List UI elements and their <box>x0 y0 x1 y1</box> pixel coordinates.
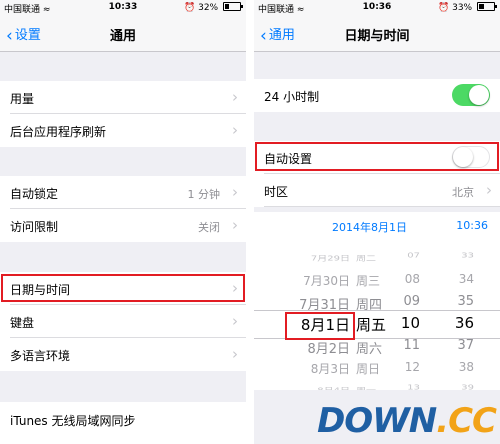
nav-bar: ‹ 设置 通用 <box>0 15 246 52</box>
picker-hour-cell: 07 <box>407 251 420 260</box>
toggle-auto-set[interactable] <box>452 146 490 168</box>
selected-date: 2014年8月1日 <box>332 221 407 234</box>
picker-weekday-cell: 周四 <box>356 297 383 313</box>
row-separator <box>264 206 500 207</box>
selected-datetime[interactable]: 2014年8月1日 10:36 <box>254 212 500 240</box>
row-value: 关闭 <box>198 221 220 234</box>
picker-date-cell: 8月2日 <box>307 341 350 357</box>
row-usage[interactable]: 用量 › <box>0 81 246 114</box>
row-background-refresh[interactable]: 后台应用程序刷新 › <box>0 114 246 147</box>
row-keyboard[interactable]: 键盘 › <box>0 305 246 338</box>
chevron-left-icon: ‹ <box>260 26 267 46</box>
picker-hour-cell: 11 <box>403 337 420 353</box>
back-button[interactable]: ‹ 设置 <box>6 24 41 46</box>
chevron-left-icon: ‹ <box>6 26 13 46</box>
picker-minute-cell: 35 <box>457 293 474 309</box>
picker-date-cell: 7月30日 <box>303 274 350 289</box>
row-label: 自动锁定 <box>10 187 59 201</box>
toggle-knob <box>453 147 473 167</box>
picker-weekday-cell: 周六 <box>356 341 383 357</box>
chevron-right-icon: › <box>232 88 238 106</box>
row-24-hour: 24 小时制 <box>254 79 500 112</box>
watermark-logo: DOWN.CC <box>317 401 497 441</box>
picker-weekday-cell: 周二 <box>356 254 376 262</box>
battery-icon <box>223 2 243 11</box>
battery-fill <box>225 4 230 9</box>
row-label: 日期与时间 <box>10 283 71 297</box>
picker-date-cell: 8月1日 <box>300 316 350 335</box>
status-bar: 中国联通 ≈ 10:33 ⏰ 32% <box>0 0 246 15</box>
toggle-knob <box>469 85 489 105</box>
row-label: 用量 <box>10 92 35 106</box>
row-label: 多语言环境 <box>10 349 71 363</box>
picker-minute-cell: 39 <box>461 383 474 391</box>
status-right: ⏰ 32% <box>184 2 243 13</box>
picker-hour-cell: 13 <box>407 383 420 391</box>
row-itunes-wifi-sync[interactable]: iTunes 无线局域网同步 <box>0 402 246 444</box>
back-label: 通用 <box>268 28 295 43</box>
battery-percent: 32% <box>198 3 219 13</box>
back-label: 设置 <box>14 28 41 43</box>
picker-minute-cell: 37 <box>457 337 474 353</box>
picker-weekday-cell: 周三 <box>356 274 381 289</box>
chevron-right-icon: › <box>232 279 238 297</box>
chevron-right-icon: › <box>232 216 238 234</box>
row-date-time[interactable]: 日期与时间 › <box>0 272 246 305</box>
general-settings-screen: 中国联通 ≈ 10:33 ⏰ 32% ‹ 设置 通用 用量 › 后台应用程序刷新 … <box>0 0 246 444</box>
row-restrictions[interactable]: 访问限制 关闭 › <box>0 209 246 242</box>
row-label: 后台应用程序刷新 <box>10 125 107 139</box>
back-button[interactable]: ‹ 通用 <box>260 24 295 46</box>
date-time-screen: 中国联通 ≈ 10:36 ⏰ 33% ‹ 通用 日期与时间 24 小时制 自动设置… <box>254 0 500 444</box>
picker-weekday-cell: 周五 <box>356 316 387 335</box>
picker-hour-cell: 08 <box>404 272 420 287</box>
chevron-right-icon: › <box>486 181 492 199</box>
row-label: 访问限制 <box>10 220 59 234</box>
battery-percent: 33% <box>452 3 473 13</box>
selected-time: 10:36 <box>456 219 488 232</box>
date-time-picker[interactable]: 7月29日 周二 07 33 7月30日 周三 08 34 7月31日 周四 09 35 8月1日 周五 1… <box>254 240 500 390</box>
row-label: 时区 <box>264 185 289 199</box>
watermark-part: .CC <box>436 401 497 441</box>
battery-fill <box>479 4 484 9</box>
picker-weekday-cell: 周一 <box>356 384 376 390</box>
row-value: 1 分钟 <box>187 188 221 201</box>
picker-date-cell: 7月29日 <box>310 254 350 262</box>
picker-date-cell: 7月31日 <box>299 297 350 313</box>
row-label: 24 小时制 <box>264 90 320 104</box>
picker-hour-cell: 12 <box>404 360 420 375</box>
row-label: 键盘 <box>10 316 35 330</box>
chevron-right-icon: › <box>232 345 238 363</box>
row-timezone[interactable]: 时区 北京 › <box>254 174 500 207</box>
row-label: 自动设置 <box>264 152 313 166</box>
alarm-icon: ⏰ <box>184 3 196 13</box>
picker-minute-cell: 34 <box>458 272 474 287</box>
watermark-part: DOWN <box>317 401 437 441</box>
panel-divider <box>246 0 254 444</box>
status-bar: 中国联通 ≈ 10:36 ⏰ 33% <box>254 0 500 15</box>
chevron-right-icon: › <box>232 121 238 139</box>
row-auto-set: 自动设置 <box>254 141 500 174</box>
picker-weekday-cell: 周日 <box>356 362 381 377</box>
chevron-right-icon: › <box>232 312 238 330</box>
picker-minute-cell: 38 <box>458 360 474 375</box>
nav-bar: ‹ 通用 日期与时间 <box>254 15 500 52</box>
picker-date-cell: 8月4日 <box>317 384 350 390</box>
toggle-24-hour[interactable] <box>452 84 490 106</box>
picker-minute-cell: 36 <box>454 314 474 333</box>
chevron-right-icon: › <box>232 183 238 201</box>
picker-minute-cell: 33 <box>461 251 474 260</box>
row-label: iTunes 无线局域网同步 <box>10 414 136 428</box>
status-right: ⏰ 33% <box>438 2 497 13</box>
row-language[interactable]: 多语言环境 › <box>0 338 246 371</box>
picker-hour-cell: 09 <box>403 293 420 309</box>
battery-icon <box>477 2 497 11</box>
picker-date-cell: 8月3日 <box>310 362 350 377</box>
alarm-icon: ⏰ <box>438 3 450 13</box>
row-value: 北京 <box>452 186 474 199</box>
picker-hour-cell: 10 <box>400 314 420 333</box>
row-auto-lock[interactable]: 自动锁定 1 分钟 › <box>0 176 246 209</box>
